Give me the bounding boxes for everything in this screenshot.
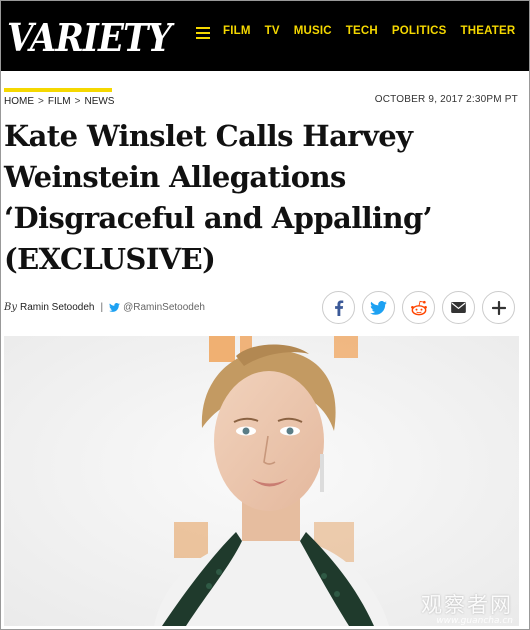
article-title: Kate Winslet Calls Harvey Weinstein Alle… xyxy=(4,119,433,276)
breadcrumb-news[interactable]: NEWS xyxy=(84,96,114,107)
publish-date: OCTOBER 9, 2017 2:30PM PT xyxy=(374,94,518,105)
article-hero-image: 观察者网 www.guancha.cn xyxy=(4,336,519,626)
variety-logo[interactable]: VARIETY xyxy=(7,11,175,59)
facebook-icon xyxy=(334,299,343,316)
hamburger-menu-icon[interactable] xyxy=(196,27,210,39)
plus-icon xyxy=(491,300,506,315)
author-link[interactable]: Ramin Setoodeh xyxy=(20,302,95,313)
breadcrumb-separator: > xyxy=(74,96,81,107)
breadcrumb: HOME > FILM > NEWS xyxy=(4,96,114,107)
nav-politics[interactable]: POLITICS xyxy=(392,25,447,37)
reddit-share-button[interactable] xyxy=(402,291,435,324)
reddit-icon xyxy=(410,300,427,315)
breadcrumb-home[interactable]: HOME xyxy=(4,96,34,107)
nav-theater[interactable]: THEATER xyxy=(461,25,516,37)
site-header: VARIETY FILM TV MUSIC TECH POLITICS THEA… xyxy=(1,1,529,71)
nav-tv[interactable]: TV xyxy=(265,25,280,37)
nav-tech[interactable]: TECH xyxy=(346,25,378,37)
byline: By Ramin Setoodeh | @RaminSetoodeh xyxy=(4,302,205,313)
more-share-button[interactable] xyxy=(482,291,515,324)
twitter-bird-icon xyxy=(109,303,121,312)
breadcrumb-film[interactable]: FILM xyxy=(48,96,71,107)
twitter-handle-link[interactable]: @RaminSetoodeh xyxy=(123,302,205,313)
main-nav: FILM TV MUSIC TECH POLITICS THEATER xyxy=(223,25,529,37)
watermark: 观察者网 www.guancha.cn xyxy=(421,589,513,626)
share-buttons xyxy=(322,291,522,324)
nav-film[interactable]: FILM xyxy=(223,25,251,37)
byline-divider: | xyxy=(100,302,104,313)
email-share-button[interactable] xyxy=(442,291,475,324)
twitter-share-button[interactable] xyxy=(362,291,395,324)
nav-music[interactable]: MUSIC xyxy=(294,25,332,37)
facebook-share-button[interactable] xyxy=(322,291,355,324)
email-icon xyxy=(451,302,466,313)
breadcrumb-accent-bar xyxy=(4,88,112,92)
portrait-illustration xyxy=(4,336,519,626)
svg-text:VARIETY: VARIETY xyxy=(7,15,175,59)
breadcrumb-separator: > xyxy=(38,96,44,107)
watermark-text: 观察者网 xyxy=(421,593,513,617)
twitter-icon xyxy=(370,300,387,315)
byline-prefix: By xyxy=(4,302,17,313)
